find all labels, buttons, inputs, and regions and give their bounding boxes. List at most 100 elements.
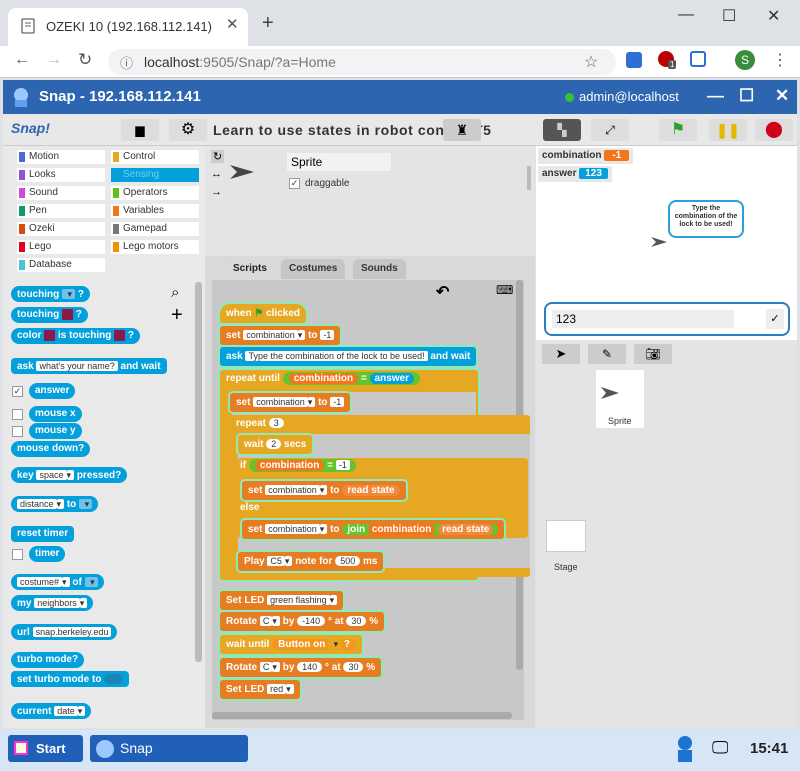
palette-block-mouse-down[interactable]: mouse down? [11, 441, 91, 457]
rotate-style-icon[interactable]: ↻ [211, 150, 225, 163]
palette-block-mouse-x[interactable]: mouse x [29, 406, 82, 422]
forward-icon[interactable]: → [46, 51, 62, 69]
cloud-icon[interactable]: ♜ [443, 119, 481, 141]
set-led-red-block[interactable]: Set LED red ▾ [220, 680, 300, 699]
sync-extension-icon[interactable] [690, 51, 706, 67]
set-led-green-block[interactable]: Set LED green flashing ▾ [220, 591, 344, 610]
category-gamepad[interactable]: Gamepad [111, 222, 199, 236]
translate-extension-icon[interactable] [626, 52, 642, 68]
snap-maximize-icon[interactable]: ☐ [739, 86, 754, 106]
set-combination-block-2[interactable]: set combination ▾ to -1 [230, 393, 351, 412]
combination-watcher[interactable]: combination -1 [538, 148, 634, 164]
category-lego[interactable]: Lego [17, 240, 105, 254]
play-note-block[interactable]: Play C5 ▾ note for 500 ms [238, 552, 384, 571]
category-pen[interactable]: Pen [17, 204, 105, 218]
palette-block-ask[interactable]: ask what's your name? and wait [11, 358, 167, 374]
set-combination-join-block[interactable]: set combination ▾ to join combination rea… [242, 520, 505, 539]
wait-until-button-block[interactable]: wait until Button on ▾ ? [220, 635, 363, 654]
back-icon[interactable]: ← [14, 51, 30, 69]
palette-block-touching-color[interactable]: touching ? [11, 307, 88, 323]
close-window-icon[interactable]: ✕ [767, 6, 780, 26]
tab-sounds[interactable]: Sounds [353, 259, 406, 279]
stage-thumbnail[interactable] [546, 520, 586, 552]
reload-icon[interactable]: ↻ [78, 50, 92, 70]
snap-logo[interactable]: Snap! [11, 120, 50, 136]
palette-scrollbar[interactable] [195, 282, 202, 662]
profile-avatar[interactable]: S [735, 50, 755, 70]
stage-layout-icon[interactable]: ▚ [543, 119, 581, 141]
palette-block-current[interactable]: current date ▾ [11, 703, 92, 719]
palette-block-set-turbo[interactable]: set turbo mode to [11, 671, 129, 687]
category-variables[interactable]: Variables [111, 204, 199, 218]
script-horizontal-scrollbar[interactable] [212, 712, 512, 719]
browser-tab[interactable]: OZEKI 10 (192.168.112.141) ✕ [8, 8, 248, 46]
start-button[interactable]: Start [8, 735, 83, 762]
palette-block-distance[interactable]: distance ▾ to ▾ [11, 496, 99, 512]
sprite-name-field[interactable]: Sprite [287, 153, 391, 171]
palette-block-mouse-y[interactable]: mouse y [29, 423, 82, 439]
add-block-icon[interactable]: + [171, 304, 183, 327]
category-control[interactable]: Control [111, 150, 199, 164]
sprite-corral-item[interactable]: Sprite [596, 370, 644, 428]
category-sensing[interactable]: Sensing [111, 168, 199, 182]
palette-block-url[interactable]: url snap.berkeley.edu [11, 624, 118, 640]
file-menu-icon[interactable]: ▆ [121, 119, 159, 141]
category-sound[interactable]: Sound [17, 186, 105, 200]
palette-block-attribute-of[interactable]: costume# ▾ of ▾ [11, 574, 104, 590]
set-combination-block[interactable]: set combination ▾ to -1 [220, 326, 341, 345]
taskbar-snap-app[interactable]: Snap [90, 735, 248, 762]
category-lego-motors[interactable]: Lego motors [111, 240, 199, 254]
no-rotate-icon[interactable]: → [211, 186, 222, 198]
wait-secs-block[interactable]: wait 2 secs [238, 435, 313, 454]
category-motion[interactable]: Motion [17, 150, 105, 164]
answer-watcher-checkbox[interactable]: ✓ [12, 386, 23, 397]
category-ozeki[interactable]: Ozeki [17, 222, 105, 236]
palette-block-answer[interactable]: answer [29, 383, 76, 399]
address-bar[interactable]: ⓘ localhost:9505/Snap/?a=Home ☆ [108, 49, 616, 75]
set-combination-read-state-block[interactable]: set combination ▾ to read state [242, 481, 406, 500]
snap-close-icon[interactable]: ✕ [775, 86, 789, 106]
new-tab-icon[interactable]: + [262, 12, 274, 35]
tab-scripts[interactable]: Scripts [225, 259, 275, 279]
palette-block-turbo-mode[interactable]: turbo mode? [11, 652, 85, 668]
minimize-window-icon[interactable]: — [678, 6, 694, 24]
keyboard-icon[interactable]: ⌨ [496, 283, 513, 297]
paint-brush-icon[interactable]: ✎ [588, 344, 626, 364]
palette-block-key-pressed[interactable]: key space ▾ pressed? [11, 467, 128, 483]
answer-input[interactable]: 123 [552, 310, 734, 328]
answer-watcher[interactable]: answer 123 [538, 166, 612, 182]
category-operators[interactable]: Operators [111, 186, 199, 200]
stage-fullscreen-icon[interactable]: ⤢ [591, 119, 629, 141]
pause-button[interactable]: ❚❚ [709, 119, 747, 141]
bookmark-star-icon[interactable]: ☆ [584, 52, 598, 72]
category-looks[interactable]: Looks [17, 168, 105, 182]
submit-answer-check-icon[interactable]: ✓ [766, 309, 784, 329]
camera-icon[interactable]: 📷︎ [634, 344, 672, 364]
palette-block-touching[interactable]: touching ▾ ? [11, 286, 90, 302]
stage[interactable]: combination -1 answer 123 Type the combi… [536, 146, 797, 340]
stage-sprite-arrow[interactable] [650, 236, 668, 248]
search-blocks-icon[interactable]: ⌕ [171, 284, 179, 301]
flip-style-icon[interactable]: ↔ [211, 168, 222, 180]
ozeki-robot-tray-icon[interactable] [672, 734, 698, 764]
tab-costumes[interactable]: Costumes [281, 259, 346, 279]
palette-block-reset-timer[interactable]: reset timer [11, 526, 75, 542]
sprite-pane-scrollbar[interactable] [527, 166, 531, 190]
stop-button[interactable]: ⬤ [755, 119, 793, 141]
snap-minimize-icon[interactable]: — [707, 86, 724, 106]
palette-block-timer[interactable]: timer [29, 546, 66, 562]
add-turtle-sprite-icon[interactable]: ➤ [542, 344, 580, 364]
rotate-negative-block[interactable]: Rotate C ▾ by -140 ° at 30 % [220, 612, 385, 631]
category-database[interactable]: Database [17, 258, 105, 272]
maximize-window-icon[interactable]: ☐ [722, 6, 736, 26]
mouse-y-checkbox[interactable] [12, 426, 23, 437]
settings-gear-icon[interactable]: ⚙ [169, 119, 207, 141]
timer-checkbox[interactable] [12, 549, 23, 560]
info-icon[interactable]: ⓘ [120, 53, 133, 72]
ask-and-wait-block[interactable]: ask Type the combination of the lock to … [220, 347, 477, 366]
green-flag-button[interactable]: ⚑ [659, 119, 697, 141]
palette-block-color-touching[interactable]: color is touching ? [11, 328, 141, 344]
palette-block-my[interactable]: my neighbors ▾ [11, 595, 94, 611]
mouse-x-checkbox[interactable] [12, 409, 23, 420]
draggable-checkbox[interactable]: ✓ [289, 178, 300, 189]
